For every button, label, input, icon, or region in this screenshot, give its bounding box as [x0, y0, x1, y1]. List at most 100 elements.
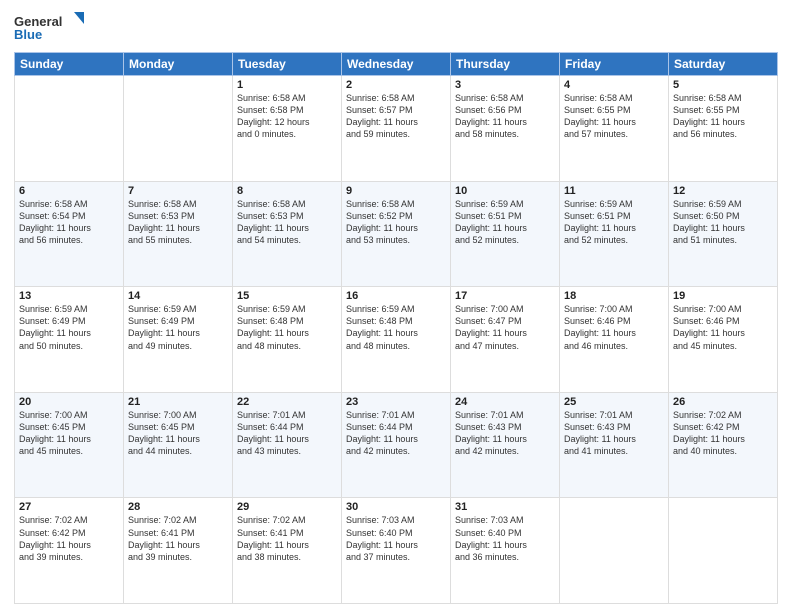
day-detail: Sunrise: 6:58 AM Sunset: 6:58 PM Dayligh… [237, 92, 337, 141]
calendar-cell: 30Sunrise: 7:03 AM Sunset: 6:40 PM Dayli… [342, 498, 451, 604]
calendar-cell: 29Sunrise: 7:02 AM Sunset: 6:41 PM Dayli… [233, 498, 342, 604]
calendar-cell: 15Sunrise: 6:59 AM Sunset: 6:48 PM Dayli… [233, 287, 342, 393]
day-number: 26 [673, 396, 773, 408]
weekday-header-cell: Wednesday [342, 53, 451, 76]
day-number: 30 [346, 501, 446, 513]
day-number: 31 [455, 501, 555, 513]
day-number: 27 [19, 501, 119, 513]
day-number: 1 [237, 79, 337, 91]
calendar-cell: 3Sunrise: 6:58 AM Sunset: 6:56 PM Daylig… [451, 76, 560, 182]
day-detail: Sunrise: 6:59 AM Sunset: 6:51 PM Dayligh… [455, 198, 555, 247]
day-detail: Sunrise: 7:02 AM Sunset: 6:41 PM Dayligh… [128, 514, 228, 563]
day-detail: Sunrise: 6:59 AM Sunset: 6:51 PM Dayligh… [564, 198, 664, 247]
calendar-week-row: 20Sunrise: 7:00 AM Sunset: 6:45 PM Dayli… [15, 392, 778, 498]
day-number: 5 [673, 79, 773, 91]
day-number: 11 [564, 185, 664, 197]
calendar-cell: 1Sunrise: 6:58 AM Sunset: 6:58 PM Daylig… [233, 76, 342, 182]
day-number: 4 [564, 79, 664, 91]
day-detail: Sunrise: 7:02 AM Sunset: 6:42 PM Dayligh… [19, 514, 119, 563]
calendar-cell: 2Sunrise: 6:58 AM Sunset: 6:57 PM Daylig… [342, 76, 451, 182]
day-detail: Sunrise: 7:01 AM Sunset: 6:43 PM Dayligh… [564, 409, 664, 458]
day-detail: Sunrise: 6:59 AM Sunset: 6:50 PM Dayligh… [673, 198, 773, 247]
weekday-header-row: SundayMondayTuesdayWednesdayThursdayFrid… [15, 53, 778, 76]
day-detail: Sunrise: 6:58 AM Sunset: 6:55 PM Dayligh… [564, 92, 664, 141]
calendar-week-row: 6Sunrise: 6:58 AM Sunset: 6:54 PM Daylig… [15, 181, 778, 287]
calendar-cell: 13Sunrise: 6:59 AM Sunset: 6:49 PM Dayli… [15, 287, 124, 393]
day-number: 6 [19, 185, 119, 197]
calendar-cell: 19Sunrise: 7:00 AM Sunset: 6:46 PM Dayli… [669, 287, 778, 393]
calendar-cell: 5Sunrise: 6:58 AM Sunset: 6:55 PM Daylig… [669, 76, 778, 182]
calendar-cell [124, 76, 233, 182]
day-detail: Sunrise: 7:01 AM Sunset: 6:43 PM Dayligh… [455, 409, 555, 458]
day-detail: Sunrise: 6:59 AM Sunset: 6:49 PM Dayligh… [19, 303, 119, 352]
day-number: 19 [673, 290, 773, 302]
day-number: 22 [237, 396, 337, 408]
day-detail: Sunrise: 7:03 AM Sunset: 6:40 PM Dayligh… [455, 514, 555, 563]
weekday-header-cell: Sunday [15, 53, 124, 76]
day-number: 9 [346, 185, 446, 197]
calendar-cell [560, 498, 669, 604]
day-number: 20 [19, 396, 119, 408]
day-detail: Sunrise: 6:58 AM Sunset: 6:54 PM Dayligh… [19, 198, 119, 247]
calendar-cell: 31Sunrise: 7:03 AM Sunset: 6:40 PM Dayli… [451, 498, 560, 604]
calendar-body: 1Sunrise: 6:58 AM Sunset: 6:58 PM Daylig… [15, 76, 778, 604]
day-detail: Sunrise: 7:02 AM Sunset: 6:42 PM Dayligh… [673, 409, 773, 458]
day-number: 17 [455, 290, 555, 302]
day-detail: Sunrise: 6:58 AM Sunset: 6:53 PM Dayligh… [237, 198, 337, 247]
calendar-cell: 18Sunrise: 7:00 AM Sunset: 6:46 PM Dayli… [560, 287, 669, 393]
calendar-week-row: 1Sunrise: 6:58 AM Sunset: 6:58 PM Daylig… [15, 76, 778, 182]
calendar-cell: 26Sunrise: 7:02 AM Sunset: 6:42 PM Dayli… [669, 392, 778, 498]
calendar-cell: 10Sunrise: 6:59 AM Sunset: 6:51 PM Dayli… [451, 181, 560, 287]
day-number: 25 [564, 396, 664, 408]
day-number: 28 [128, 501, 228, 513]
calendar-cell: 27Sunrise: 7:02 AM Sunset: 6:42 PM Dayli… [15, 498, 124, 604]
day-number: 10 [455, 185, 555, 197]
calendar-cell: 28Sunrise: 7:02 AM Sunset: 6:41 PM Dayli… [124, 498, 233, 604]
day-detail: Sunrise: 6:58 AM Sunset: 6:53 PM Dayligh… [128, 198, 228, 247]
weekday-header-cell: Monday [124, 53, 233, 76]
calendar-cell: 24Sunrise: 7:01 AM Sunset: 6:43 PM Dayli… [451, 392, 560, 498]
calendar-week-row: 27Sunrise: 7:02 AM Sunset: 6:42 PM Dayli… [15, 498, 778, 604]
calendar-week-row: 13Sunrise: 6:59 AM Sunset: 6:49 PM Dayli… [15, 287, 778, 393]
day-number: 21 [128, 396, 228, 408]
day-detail: Sunrise: 6:58 AM Sunset: 6:52 PM Dayligh… [346, 198, 446, 247]
calendar-cell: 23Sunrise: 7:01 AM Sunset: 6:44 PM Dayli… [342, 392, 451, 498]
day-detail: Sunrise: 7:01 AM Sunset: 6:44 PM Dayligh… [346, 409, 446, 458]
day-number: 29 [237, 501, 337, 513]
logo-svg: General Blue [14, 10, 84, 46]
header: General Blue [14, 10, 778, 46]
calendar-cell: 14Sunrise: 6:59 AM Sunset: 6:49 PM Dayli… [124, 287, 233, 393]
page: General Blue SundayMondayTuesdayWednesda… [0, 0, 792, 612]
weekday-header-cell: Tuesday [233, 53, 342, 76]
calendar-cell [15, 76, 124, 182]
day-detail: Sunrise: 7:00 AM Sunset: 6:47 PM Dayligh… [455, 303, 555, 352]
calendar-cell: 17Sunrise: 7:00 AM Sunset: 6:47 PM Dayli… [451, 287, 560, 393]
day-number: 18 [564, 290, 664, 302]
calendar-table: SundayMondayTuesdayWednesdayThursdayFrid… [14, 52, 778, 604]
calendar-cell: 21Sunrise: 7:00 AM Sunset: 6:45 PM Dayli… [124, 392, 233, 498]
day-detail: Sunrise: 7:00 AM Sunset: 6:45 PM Dayligh… [128, 409, 228, 458]
day-detail: Sunrise: 6:58 AM Sunset: 6:56 PM Dayligh… [455, 92, 555, 141]
day-number: 16 [346, 290, 446, 302]
day-number: 3 [455, 79, 555, 91]
day-detail: Sunrise: 7:00 AM Sunset: 6:46 PM Dayligh… [564, 303, 664, 352]
day-detail: Sunrise: 6:58 AM Sunset: 6:55 PM Dayligh… [673, 92, 773, 141]
day-number: 8 [237, 185, 337, 197]
day-detail: Sunrise: 6:59 AM Sunset: 6:49 PM Dayligh… [128, 303, 228, 352]
calendar-cell: 22Sunrise: 7:01 AM Sunset: 6:44 PM Dayli… [233, 392, 342, 498]
day-number: 15 [237, 290, 337, 302]
weekday-header-cell: Saturday [669, 53, 778, 76]
day-detail: Sunrise: 7:00 AM Sunset: 6:46 PM Dayligh… [673, 303, 773, 352]
day-number: 2 [346, 79, 446, 91]
weekday-header-cell: Thursday [451, 53, 560, 76]
day-number: 14 [128, 290, 228, 302]
calendar-cell: 7Sunrise: 6:58 AM Sunset: 6:53 PM Daylig… [124, 181, 233, 287]
calendar-cell: 20Sunrise: 7:00 AM Sunset: 6:45 PM Dayli… [15, 392, 124, 498]
calendar-cell: 8Sunrise: 6:58 AM Sunset: 6:53 PM Daylig… [233, 181, 342, 287]
day-number: 13 [19, 290, 119, 302]
day-detail: Sunrise: 7:00 AM Sunset: 6:45 PM Dayligh… [19, 409, 119, 458]
logo: General Blue [14, 10, 84, 46]
calendar-cell: 9Sunrise: 6:58 AM Sunset: 6:52 PM Daylig… [342, 181, 451, 287]
calendar-cell: 16Sunrise: 6:59 AM Sunset: 6:48 PM Dayli… [342, 287, 451, 393]
day-detail: Sunrise: 6:59 AM Sunset: 6:48 PM Dayligh… [237, 303, 337, 352]
